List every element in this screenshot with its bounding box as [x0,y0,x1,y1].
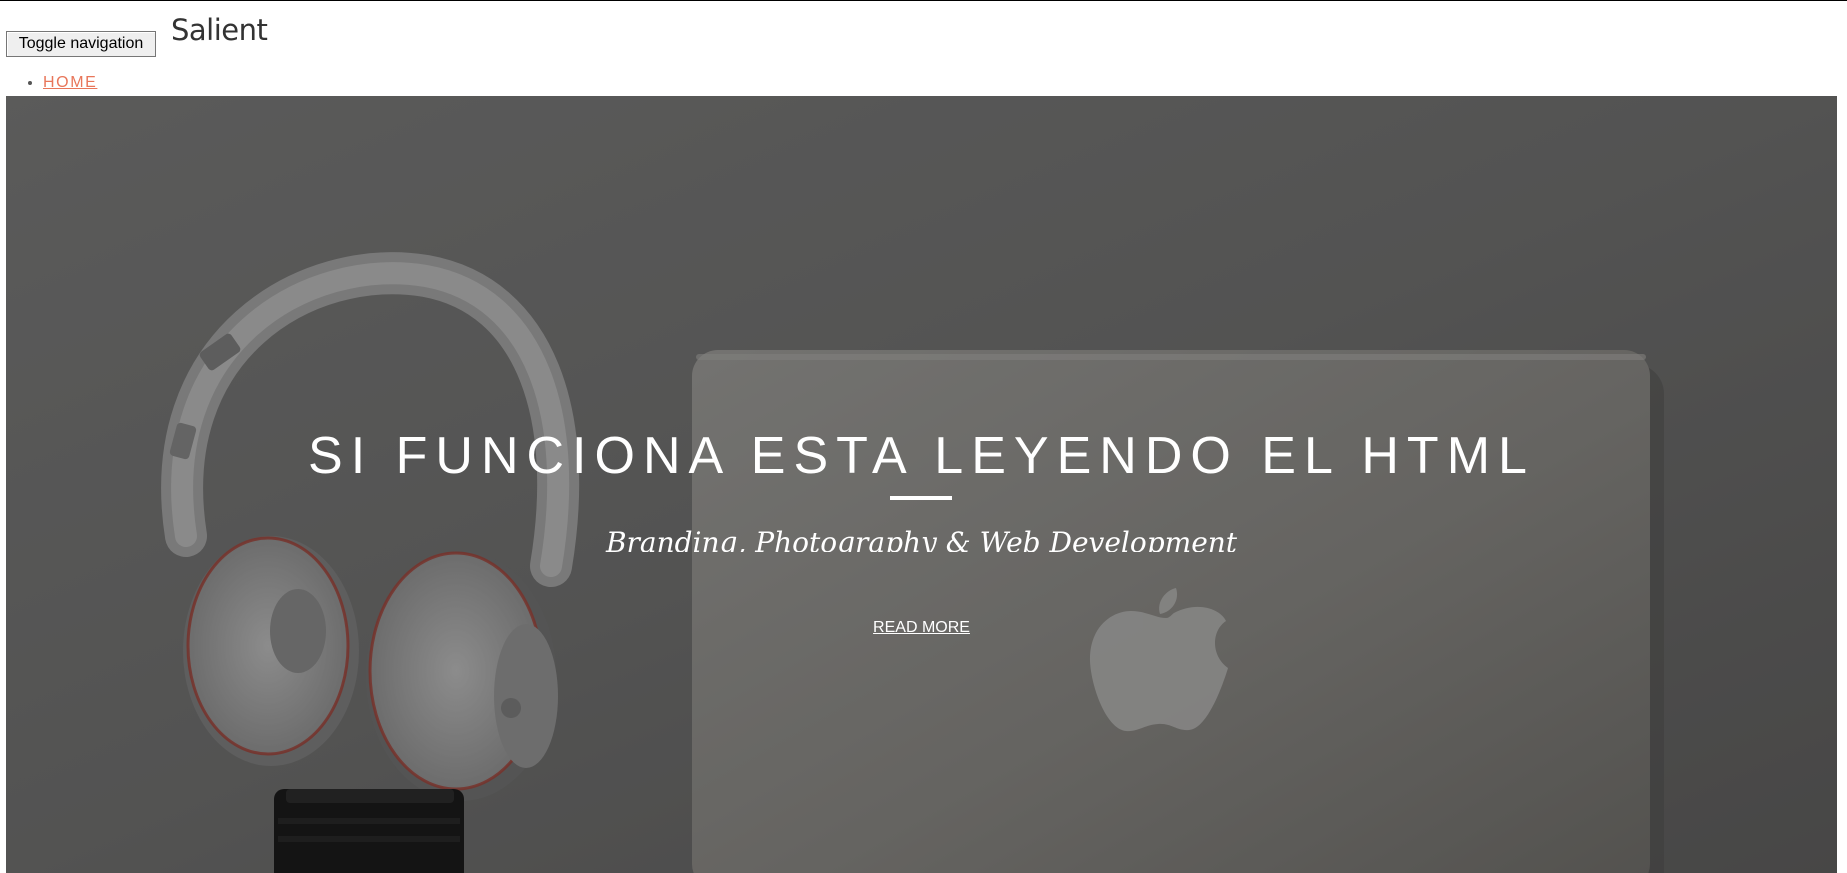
toggle-navigation-button[interactable]: Toggle navigation [6,31,156,57]
page: Toggle navigation Salient HOME [0,0,1847,873]
read-more-wrapper: READ MORE [6,619,1837,637]
hero-title: SI FUNCIONA ESTA LEYENDO EL HTML [308,427,1535,485]
hero-content: SI FUNCIONA ESTA LEYENDO EL HTML Brandin… [6,96,1837,873]
brand-logo[interactable]: Salient [171,13,268,47]
nav-link-home[interactable]: HOME [43,74,97,91]
hero-divider [890,496,952,500]
hero-subtitle: Branding, Photography & Web Development [605,526,1238,552]
hero-section: SI FUNCIONA ESTA LEYENDO EL HTML Brandin… [6,96,1837,873]
nav-item-home: HOME [43,71,97,95]
read-more-link[interactable]: READ MORE [873,619,970,636]
nav-menu: HOME [0,71,97,95]
